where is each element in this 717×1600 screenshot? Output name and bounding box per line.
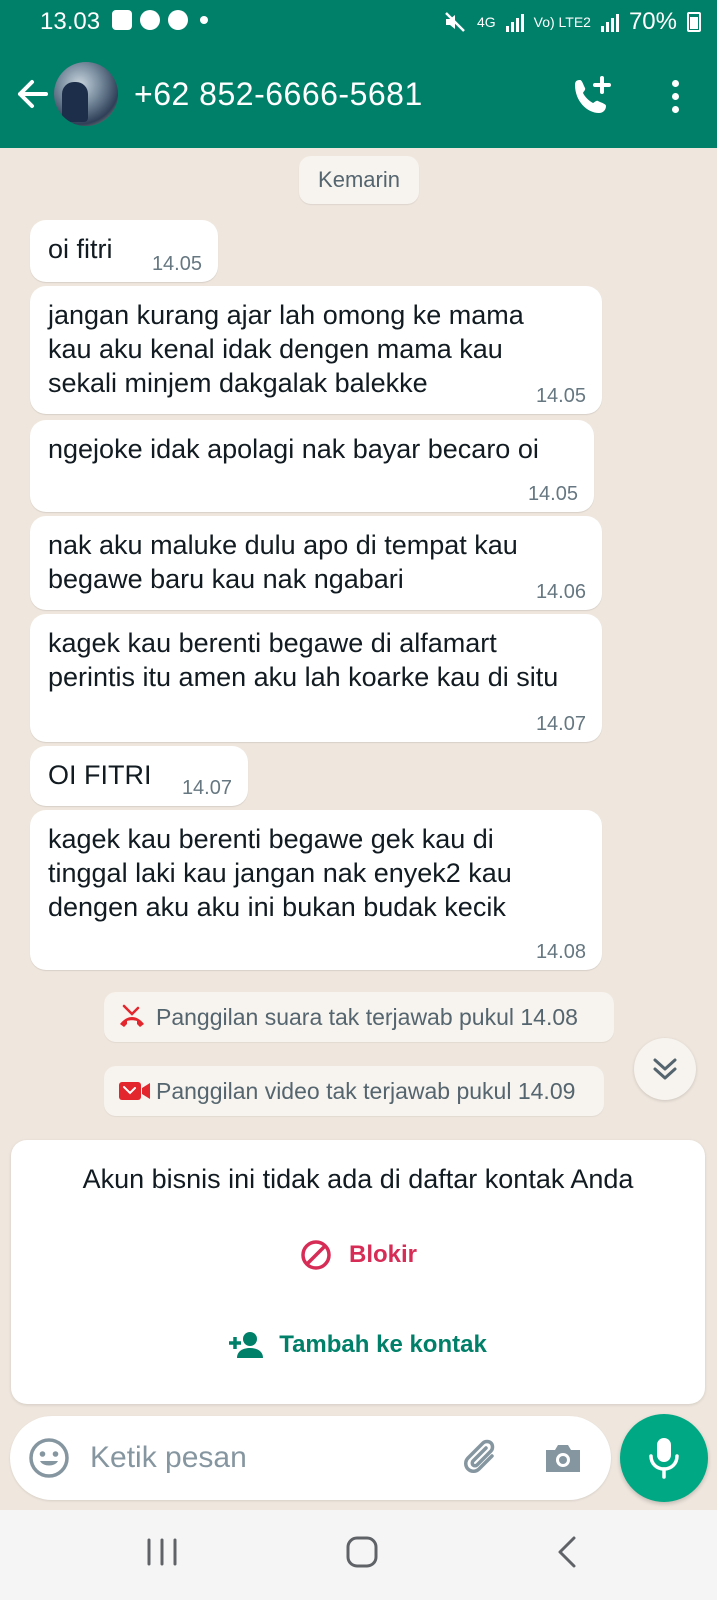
- add-call-icon[interactable]: [570, 74, 614, 118]
- network-4g-label: 4G: [476, 14, 496, 30]
- business-card-title: Akun bisnis ini tidak ada di daftar kont…: [82, 1164, 634, 1194]
- battery-percentage: 70%: [628, 8, 677, 35]
- mute-icon: [445, 12, 465, 32]
- unknown-business-card: Akun bisnis ini tidak ada di daftar kont…: [11, 1140, 705, 1404]
- status-time: 13.03: [40, 8, 101, 35]
- message-composer: [10, 1416, 611, 1500]
- emoji-icon[interactable]: [28, 1437, 70, 1479]
- status-bar: 13.03 4G Vo) LTE2 70%: [0, 0, 717, 46]
- message-time: 14.06: [535, 581, 586, 603]
- sync-notification-icon: [168, 10, 188, 30]
- signal-bars-1-icon: [505, 12, 524, 32]
- message-time: 14.05: [527, 483, 578, 505]
- attachment-icon[interactable]: [462, 1436, 504, 1480]
- contact-avatar[interactable]: [54, 62, 118, 126]
- message-bubble[interactable]: OI FITRI 14.07: [30, 746, 248, 806]
- message-time: 14.08: [535, 941, 586, 963]
- camera-icon[interactable]: [542, 1438, 584, 1478]
- more-notifications-dot-icon: [200, 16, 208, 24]
- skype-notification-icon: [140, 10, 160, 30]
- message-bubble[interactable]: jangan kurang ajar lah omong ke mama kau…: [30, 286, 602, 414]
- microphone-icon: [649, 1438, 679, 1479]
- system-navigation-bar: [0, 1510, 717, 1600]
- add-to-contacts-button[interactable]: Tambah ke kontak: [11, 1310, 705, 1380]
- missed-voice-call-icon: [120, 1004, 144, 1027]
- message-text: ngejoke idak apolagi nak bayar becaro oi: [48, 434, 539, 464]
- missed-video-call-text: Panggilan video tak terjawab pukul 14.09: [156, 1078, 576, 1104]
- contact-name[interactable]: +62 852-6666-5681: [134, 76, 423, 113]
- message-text: kagek kau berenti begawe gek kau di ting…: [48, 824, 512, 922]
- message-time: 14.07: [535, 713, 586, 735]
- double-chevron-down-icon: [653, 1058, 677, 1080]
- network-volte-label: Vo) LTE2: [533, 14, 591, 30]
- message-input[interactable]: [90, 1436, 420, 1480]
- message-bubble[interactable]: kagek kau berenti begawe gek kau di ting…: [30, 810, 602, 970]
- date-separator: Kemarin: [299, 156, 419, 204]
- status-notification-icons: [112, 10, 208, 30]
- voice-message-button[interactable]: [620, 1414, 708, 1502]
- back-arrow-icon[interactable]: [14, 74, 50, 114]
- block-button[interactable]: Blokir: [11, 1220, 705, 1290]
- battery-icon: [687, 12, 701, 32]
- gallery-notification-icon: [112, 10, 132, 30]
- message-text: jangan kurang ajar lah omong ke mama kau…: [48, 300, 524, 398]
- message-time: 14.07: [181, 777, 232, 799]
- add-to-contacts-label: Tambah ke kontak: [279, 1331, 487, 1358]
- status-right-icons: 4G Vo) LTE2 70%: [443, 8, 701, 36]
- message-text: nak aku maluke dulu apo di tempat kau be…: [48, 530, 518, 594]
- scroll-to-bottom-button[interactable]: [634, 1038, 696, 1100]
- app-header-background: 13.03 4G Vo) LTE2 70% +62 852-6666-5681: [0, 0, 717, 148]
- block-button-label: Blokir: [348, 1241, 417, 1268]
- missed-video-call-notice[interactable]: Panggilan video tak terjawab pukul 14.09: [104, 1066, 604, 1116]
- more-options-icon[interactable]: [660, 76, 690, 116]
- missed-voice-call-notice[interactable]: Panggilan suara tak terjawab pukul 14.08: [104, 992, 614, 1042]
- chat-header: +62 852-6666-5681: [0, 46, 717, 148]
- chat-area[interactable]: Kemarin oi fitri 14.05 jangan kurang aja…: [0, 148, 717, 1128]
- missed-voice-call-text: Panggilan suara tak terjawab pukul 14.08: [156, 1004, 578, 1030]
- add-person-icon: [229, 1332, 264, 1358]
- message-bubble[interactable]: oi fitri 14.05: [30, 220, 218, 282]
- recent-apps-icon[interactable]: [142, 1532, 182, 1572]
- message-time: 14.05: [151, 253, 202, 275]
- message-bubble[interactable]: kagek kau berenti begawe di alfamart per…: [30, 614, 602, 742]
- home-icon[interactable]: [342, 1532, 382, 1572]
- block-icon: [301, 1240, 331, 1270]
- message-bubble[interactable]: nak aku maluke dulu apo di tempat kau be…: [30, 516, 602, 610]
- message-text: kagek kau berenti begawe di alfamart per…: [48, 628, 559, 692]
- message-bubble[interactable]: ngejoke idak apolagi nak bayar becaro oi…: [30, 420, 594, 512]
- missed-video-call-icon: [119, 1082, 150, 1100]
- message-time: 14.05: [535, 385, 586, 407]
- signal-bars-2-icon: [600, 12, 619, 32]
- system-back-icon[interactable]: [548, 1532, 588, 1572]
